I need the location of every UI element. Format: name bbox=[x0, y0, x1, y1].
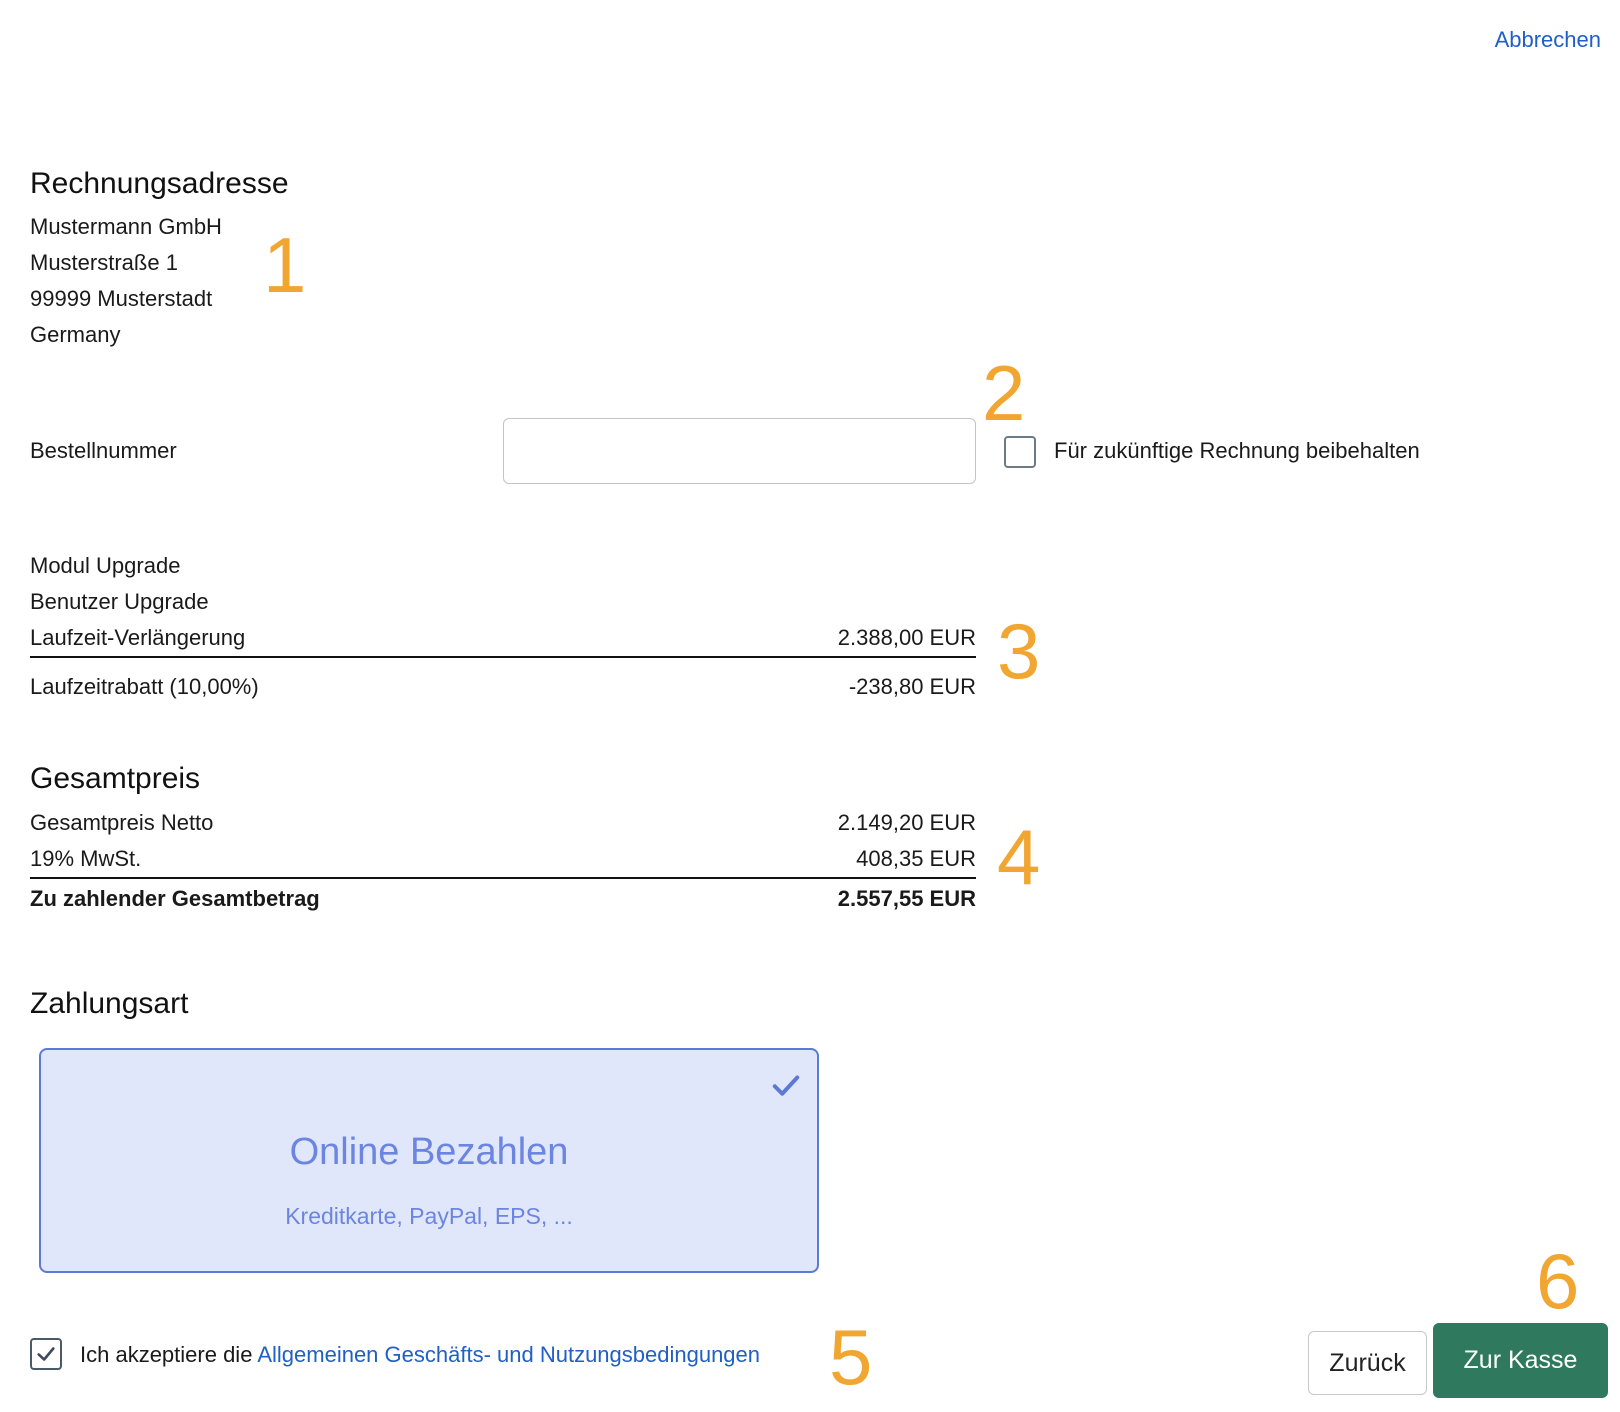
net-price-value: 2.149,20 EUR bbox=[837, 810, 976, 835]
total-divider bbox=[30, 877, 976, 879]
back-button[interactable]: Zurück bbox=[1308, 1331, 1427, 1395]
payment-option-online[interactable]: Online Bezahlen Kreditkarte, PayPal, EPS… bbox=[39, 1048, 819, 1273]
annotation-marker-5: 5 bbox=[829, 1313, 873, 1401]
cancel-link[interactable]: Abbrechen bbox=[1495, 27, 1601, 53]
item-user-upgrade: Benutzer Upgrade bbox=[30, 589, 209, 614]
terms-link[interactable]: Allgemeinen Geschäfts- und Nutzungsbedin… bbox=[257, 1342, 760, 1367]
items-divider bbox=[30, 656, 976, 658]
discount-label: Laufzeitrabatt (10,00%) bbox=[30, 674, 259, 699]
annotation-marker-1: 1 bbox=[263, 221, 307, 309]
billing-line-country: Germany bbox=[30, 322, 121, 347]
checkout-button[interactable]: Zur Kasse bbox=[1433, 1323, 1608, 1398]
billing-address-title: Rechnungsadresse bbox=[30, 167, 289, 200]
vat-label: 19% MwSt. bbox=[30, 846, 142, 871]
discount-value: -238,80 EUR bbox=[848, 674, 976, 699]
item-term-extension: Laufzeit-Verlängerung bbox=[30, 625, 246, 650]
grand-total-value: 2.557,55 EUR bbox=[837, 886, 976, 911]
payment-option-subtitle: Kreditkarte, PayPal, EPS, ... bbox=[285, 1203, 573, 1229]
net-price-label: Gesamtpreis Netto bbox=[30, 810, 214, 835]
vat-value: 408,35 EUR bbox=[856, 846, 976, 871]
billing-line-city: 99999 Musterstadt bbox=[30, 286, 213, 311]
checkmark-icon bbox=[37, 1347, 55, 1361]
terms-prefix: Ich akzeptiere die bbox=[80, 1342, 253, 1367]
keep-order-number-label: Für zukünftige Rechnung beibehalten bbox=[1054, 438, 1420, 463]
item-module-upgrade: Modul Upgrade bbox=[30, 553, 181, 578]
payment-option-title: Online Bezahlen bbox=[289, 1131, 569, 1173]
keep-order-number-checkbox[interactable] bbox=[1004, 436, 1036, 468]
accept-terms-checkbox[interactable] bbox=[30, 1338, 62, 1370]
annotation-marker-6: 6 bbox=[1536, 1237, 1580, 1325]
annotation-marker-4: 4 bbox=[997, 813, 1041, 901]
selected-check-icon bbox=[772, 1075, 800, 1096]
annotation-marker-3: 3 bbox=[997, 607, 1041, 695]
billing-line-street: Musterstraße 1 bbox=[30, 250, 178, 275]
grand-total-label: Zu zahlender Gesamtbetrag bbox=[30, 886, 320, 911]
billing-line-company: Mustermann GmbH bbox=[30, 214, 222, 239]
order-number-label: Bestellnummer bbox=[30, 438, 177, 463]
items-subtotal: 2.388,00 EUR bbox=[837, 625, 976, 650]
annotation-marker-2: 2 bbox=[982, 349, 1026, 437]
payment-title: Zahlungsart bbox=[30, 987, 189, 1020]
terms-text: Ich akzeptiere die Allgemeinen Geschäfts… bbox=[80, 1342, 760, 1368]
total-title: Gesamtpreis bbox=[30, 762, 201, 795]
order-number-input[interactable] bbox=[503, 418, 976, 484]
